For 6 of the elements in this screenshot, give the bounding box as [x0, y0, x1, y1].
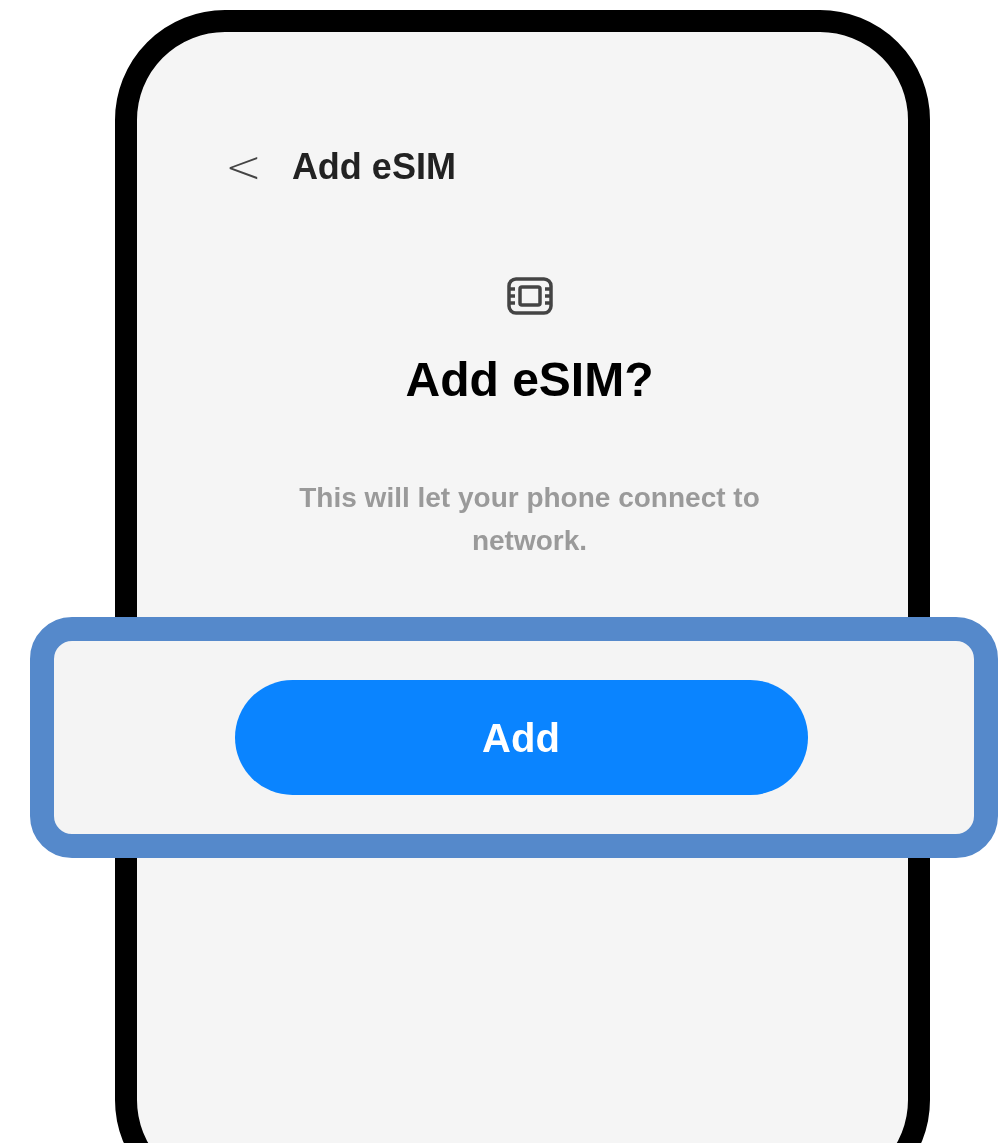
dialog-title: Add eSIM? [404, 352, 655, 404]
add-button[interactable]: Add [234, 680, 808, 795]
screen-title: Add eSIM [291, 145, 456, 189]
dialog-message: This will let your phone connect to network. [298, 481, 761, 558]
back-button[interactable]: < [225, 145, 262, 189]
sim-card-icon [505, 276, 554, 316]
